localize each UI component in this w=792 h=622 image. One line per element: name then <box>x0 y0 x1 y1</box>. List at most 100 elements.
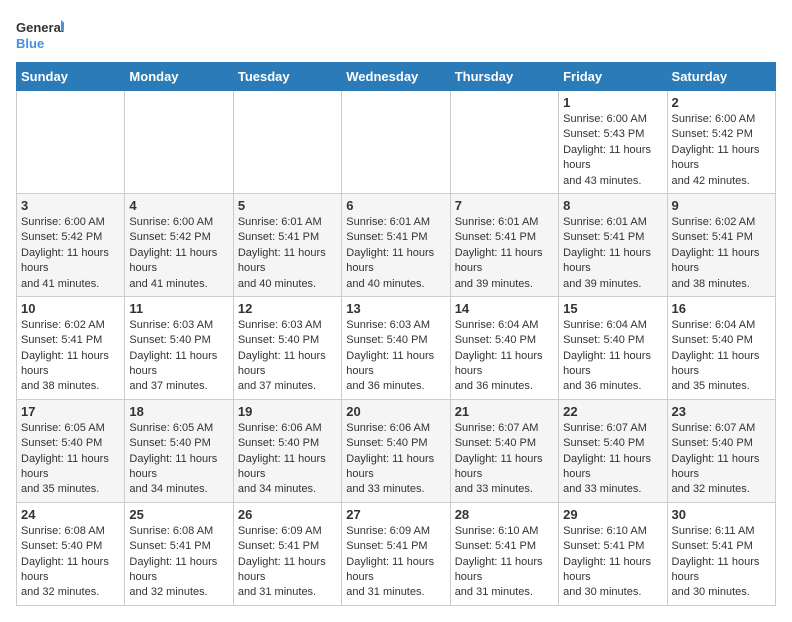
day-info: Sunrise: 6:10 AMSunset: 5:41 PMDaylight:… <box>563 524 662 601</box>
calendar-cell: 1 Sunrise: 6:00 AMSunset: 5:43 PMDaylight… <box>559 91 667 194</box>
calendar-cell: 2 Sunrise: 6:00 AMSunset: 5:42 PMDaylight… <box>667 91 775 194</box>
calendar-cell: 14 Sunrise: 6:04 AMSunset: 5:40 PMDayligh… <box>450 296 558 399</box>
day-info: Sunrise: 6:07 AMSunset: 5:40 PMDaylight:… <box>455 421 554 498</box>
svg-text:General: General <box>16 20 64 35</box>
calendar-cell: 12Sunrise: 6:03 AMSunset: 5:40 PMDayligh… <box>233 296 341 399</box>
calendar-header-saturday: Saturday <box>667 63 775 91</box>
day-info: Sunrise: 6:04 AMSunset: 5:40 PMDaylight:… <box>455 318 554 395</box>
calendar-cell: 23 Sunrise: 6:07 AMSunset: 5:40 PMDayligh… <box>667 399 775 502</box>
day-info: Sunrise: 6:04 AMSunset: 5:40 PMDaylight:… <box>672 318 771 395</box>
calendar-cell <box>450 91 558 194</box>
calendar-header-tuesday: Tuesday <box>233 63 341 91</box>
day-number: 23 <box>672 404 771 419</box>
calendar-table: SundayMondayTuesdayWednesdayThursdayFrid… <box>16 62 776 606</box>
calendar-cell: 9 Sunrise: 6:02 AMSunset: 5:41 PMDaylight… <box>667 193 775 296</box>
day-info: Sunrise: 6:04 AMSunset: 5:40 PMDaylight:… <box>563 318 662 395</box>
day-info: Sunrise: 6:05 AMSunset: 5:40 PMDaylight:… <box>21 421 120 498</box>
calendar-cell: 22Sunrise: 6:07 AMSunset: 5:40 PMDayligh… <box>559 399 667 502</box>
calendar-week-4: 17Sunrise: 6:05 AMSunset: 5:40 PMDayligh… <box>17 399 776 502</box>
calendar-cell <box>233 91 341 194</box>
day-info: Sunrise: 6:01 AMSunset: 5:41 PMDaylight:… <box>238 215 337 292</box>
calendar-cell: 11Sunrise: 6:03 AMSunset: 5:40 PMDayligh… <box>125 296 233 399</box>
day-number: 1 <box>563 95 662 110</box>
day-number: 27 <box>346 507 445 522</box>
calendar-header-friday: Friday <box>559 63 667 91</box>
calendar-cell: 6 Sunrise: 6:01 AMSunset: 5:41 PMDaylight… <box>342 193 450 296</box>
day-number: 5 <box>238 198 337 213</box>
day-info: Sunrise: 6:07 AMSunset: 5:40 PMDaylight:… <box>672 421 771 498</box>
day-info: Sunrise: 6:09 AMSunset: 5:41 PMDaylight:… <box>346 524 445 601</box>
day-number: 8 <box>563 198 662 213</box>
day-number: 29 <box>563 507 662 522</box>
day-number: 15 <box>563 301 662 316</box>
day-info: Sunrise: 6:00 AMSunset: 5:42 PMDaylight:… <box>129 215 228 292</box>
day-info: Sunrise: 6:00 AMSunset: 5:43 PMDaylight:… <box>563 112 662 189</box>
day-info: Sunrise: 6:08 AMSunset: 5:41 PMDaylight:… <box>129 524 228 601</box>
day-number: 6 <box>346 198 445 213</box>
calendar-header-monday: Monday <box>125 63 233 91</box>
calendar-cell: 15 Sunrise: 6:04 AMSunset: 5:40 PMDayligh… <box>559 296 667 399</box>
calendar-cell: 18Sunrise: 6:05 AMSunset: 5:40 PMDayligh… <box>125 399 233 502</box>
day-number: 16 <box>672 301 771 316</box>
calendar-cell: 19Sunrise: 6:06 AMSunset: 5:40 PMDayligh… <box>233 399 341 502</box>
calendar-week-5: 24 Sunrise: 6:08 AMSunset: 5:40 PMDayligh… <box>17 502 776 605</box>
calendar-cell <box>17 91 125 194</box>
calendar-cell: 4 Sunrise: 6:00 AMSunset: 5:42 PMDaylight… <box>125 193 233 296</box>
calendar-header-sunday: Sunday <box>17 63 125 91</box>
day-number: 9 <box>672 198 771 213</box>
calendar-cell: 8Sunrise: 6:01 AMSunset: 5:41 PMDaylight… <box>559 193 667 296</box>
day-number: 13 <box>346 301 445 316</box>
day-number: 12 <box>238 301 337 316</box>
day-info: Sunrise: 6:03 AMSunset: 5:40 PMDaylight:… <box>346 318 445 395</box>
calendar-cell: 25 Sunrise: 6:08 AMSunset: 5:41 PMDayligh… <box>125 502 233 605</box>
calendar-header-row: SundayMondayTuesdayWednesdayThursdayFrid… <box>17 63 776 91</box>
calendar-cell: 24 Sunrise: 6:08 AMSunset: 5:40 PMDayligh… <box>17 502 125 605</box>
day-number: 25 <box>129 507 228 522</box>
day-info: Sunrise: 6:02 AMSunset: 5:41 PMDaylight:… <box>672 215 771 292</box>
day-info: Sunrise: 6:06 AMSunset: 5:40 PMDaylight:… <box>346 421 445 498</box>
calendar-cell: 17Sunrise: 6:05 AMSunset: 5:40 PMDayligh… <box>17 399 125 502</box>
day-number: 24 <box>21 507 120 522</box>
day-info: Sunrise: 6:02 AMSunset: 5:41 PMDaylight:… <box>21 318 120 395</box>
calendar-header-thursday: Thursday <box>450 63 558 91</box>
calendar-cell <box>125 91 233 194</box>
calendar-week-1: 1 Sunrise: 6:00 AMSunset: 5:43 PMDaylight… <box>17 91 776 194</box>
calendar-cell <box>342 91 450 194</box>
calendar-cell: 3Sunrise: 6:00 AMSunset: 5:42 PMDaylight… <box>17 193 125 296</box>
day-info: Sunrise: 6:08 AMSunset: 5:40 PMDaylight:… <box>21 524 120 601</box>
calendar-week-2: 3 Sunrise: 6:00 AMSunset: 5:42 PMDaylight… <box>17 193 776 296</box>
calendar-cell: 16 Sunrise: 6:04 AMSunset: 5:40 PMDayligh… <box>667 296 775 399</box>
day-info: Sunrise: 6:07 AMSunset: 5:40 PMDaylight:… <box>563 421 662 498</box>
logo-svg: General Blue <box>16 16 64 54</box>
day-number: 30 <box>672 507 771 522</box>
day-number: 4 <box>129 198 228 213</box>
calendar-cell: 20 Sunrise: 6:06 AMSunset: 5:40 PMDayligh… <box>342 399 450 502</box>
day-number: 2 <box>672 95 771 110</box>
day-number: 3 <box>21 198 120 213</box>
day-info: Sunrise: 6:03 AMSunset: 5:40 PMDaylight:… <box>129 318 228 395</box>
day-number: 21 <box>455 404 554 419</box>
day-number: 10 <box>21 301 120 316</box>
calendar-cell: 10 Sunrise: 6:02 AMSunset: 5:41 PMDayligh… <box>17 296 125 399</box>
calendar-cell: 21 Sunrise: 6:07 AMSunset: 5:40 PMDayligh… <box>450 399 558 502</box>
day-info: Sunrise: 6:10 AMSunset: 5:41 PMDaylight:… <box>455 524 554 601</box>
calendar-cell: 28 Sunrise: 6:10 AMSunset: 5:41 PMDayligh… <box>450 502 558 605</box>
calendar-cell: 29 Sunrise: 6:10 AMSunset: 5:41 PMDayligh… <box>559 502 667 605</box>
day-number: 7 <box>455 198 554 213</box>
day-info: Sunrise: 6:11 AMSunset: 5:41 PMDaylight:… <box>672 524 771 601</box>
day-info: Sunrise: 6:05 AMSunset: 5:40 PMDaylight:… <box>129 421 228 498</box>
day-info: Sunrise: 6:00 AMSunset: 5:42 PMDaylight:… <box>672 112 771 189</box>
calendar-cell: 7 Sunrise: 6:01 AMSunset: 5:41 PMDaylight… <box>450 193 558 296</box>
day-info: Sunrise: 6:06 AMSunset: 5:40 PMDaylight:… <box>238 421 337 498</box>
calendar-cell: 5 Sunrise: 6:01 AMSunset: 5:41 PMDaylight… <box>233 193 341 296</box>
logo: General Blue <box>16 16 64 54</box>
day-number: 28 <box>455 507 554 522</box>
calendar-header-wednesday: Wednesday <box>342 63 450 91</box>
day-number: 20 <box>346 404 445 419</box>
day-info: Sunrise: 6:01 AMSunset: 5:41 PMDaylight:… <box>455 215 554 292</box>
calendar-cell: 26Sunrise: 6:09 AMSunset: 5:41 PMDayligh… <box>233 502 341 605</box>
day-info: Sunrise: 6:09 AMSunset: 5:41 PMDaylight:… <box>238 524 337 601</box>
day-number: 14 <box>455 301 554 316</box>
day-info: Sunrise: 6:01 AMSunset: 5:41 PMDaylight:… <box>346 215 445 292</box>
svg-text:Blue: Blue <box>16 36 44 51</box>
